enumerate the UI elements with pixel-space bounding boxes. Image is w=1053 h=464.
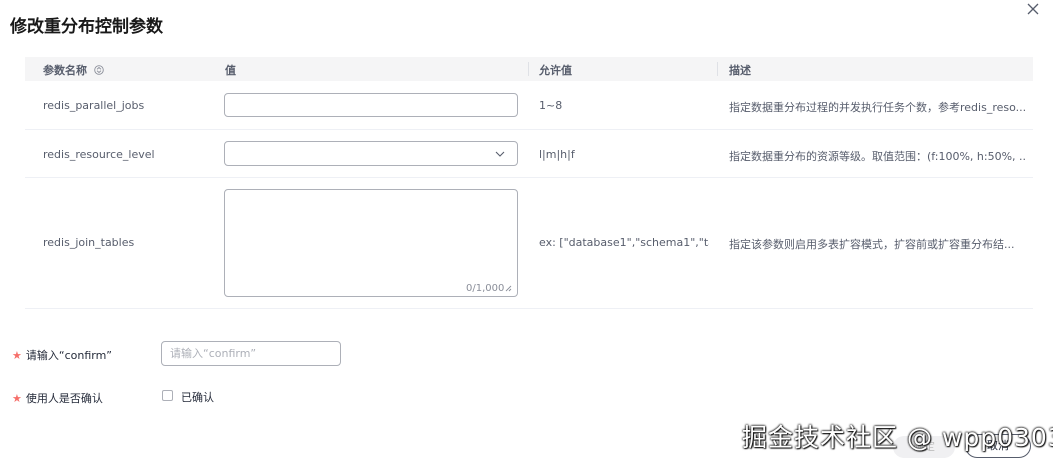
param-desc: 指定数据重分布过程的并发执行任务个数，参考redis_reso... bbox=[729, 101, 1025, 114]
header-allowed: 允许值 bbox=[539, 64, 572, 77]
header-value: 值 bbox=[225, 64, 236, 77]
header-divider bbox=[528, 62, 529, 76]
resource-level-select[interactable] bbox=[224, 141, 518, 166]
confirmed-checkbox-label[interactable]: 已确认 bbox=[181, 389, 214, 405]
table-header: 参数名称 值 允许值 描述 bbox=[25, 57, 1033, 81]
sort-icon[interactable] bbox=[94, 65, 104, 75]
param-name: redis_resource_level bbox=[43, 148, 155, 161]
table-row: redis_resource_level l|m|h|f 指定数据重分布的资源等… bbox=[25, 130, 1033, 178]
resize-handle-icon[interactable] bbox=[505, 285, 512, 292]
confirm-input[interactable] bbox=[161, 341, 341, 366]
parameter-table: 参数名称 值 允许值 描述 redis_parallel_jobs 1~8 指定… bbox=[25, 57, 1033, 309]
page-title: 修改重分布控制参数 bbox=[10, 17, 163, 37]
table-row: redis_parallel_jobs 1~8 指定数据重分布过程的并发执行任务… bbox=[25, 81, 1033, 130]
required-mark: ★ bbox=[12, 349, 22, 362]
header-divider bbox=[717, 62, 718, 76]
parallel-jobs-input[interactable] bbox=[224, 93, 518, 117]
join-tables-textarea[interactable] bbox=[224, 189, 518, 297]
param-name: redis_join_tables bbox=[43, 236, 135, 249]
watermark: 掘金技术社区 @ wpp0303 bbox=[742, 423, 1053, 452]
chevron-down-icon bbox=[495, 151, 505, 157]
header-desc: 描述 bbox=[729, 64, 751, 77]
header-param-name[interactable]: 参数名称 bbox=[43, 62, 104, 78]
param-desc: 指定该参数则启用多表扩容模式，扩容前或扩容重分布结... bbox=[729, 238, 1015, 251]
param-desc: 指定数据重分布的资源等级。取值范围：(f:100%, h:50%, ... bbox=[729, 150, 1025, 163]
allowed-value: ex: ["database1","schema1","ta... bbox=[539, 236, 709, 249]
close-icon[interactable] bbox=[1024, 0, 1042, 18]
allowed-value: 1~8 bbox=[539, 99, 563, 112]
user-confirm-label: ★ 使用人是否确认 bbox=[12, 392, 103, 405]
confirm-label: ★ 请输入“confirm” bbox=[12, 349, 112, 362]
allowed-value: l|m|h|f bbox=[539, 148, 575, 161]
char-counter: 0/1,000 bbox=[466, 283, 505, 294]
confirmed-checkbox[interactable] bbox=[162, 390, 173, 401]
table-row: redis_join_tables 0/1,000 ex: ["database… bbox=[25, 178, 1033, 309]
param-name: redis_parallel_jobs bbox=[43, 99, 145, 112]
required-mark: ★ bbox=[12, 392, 22, 405]
